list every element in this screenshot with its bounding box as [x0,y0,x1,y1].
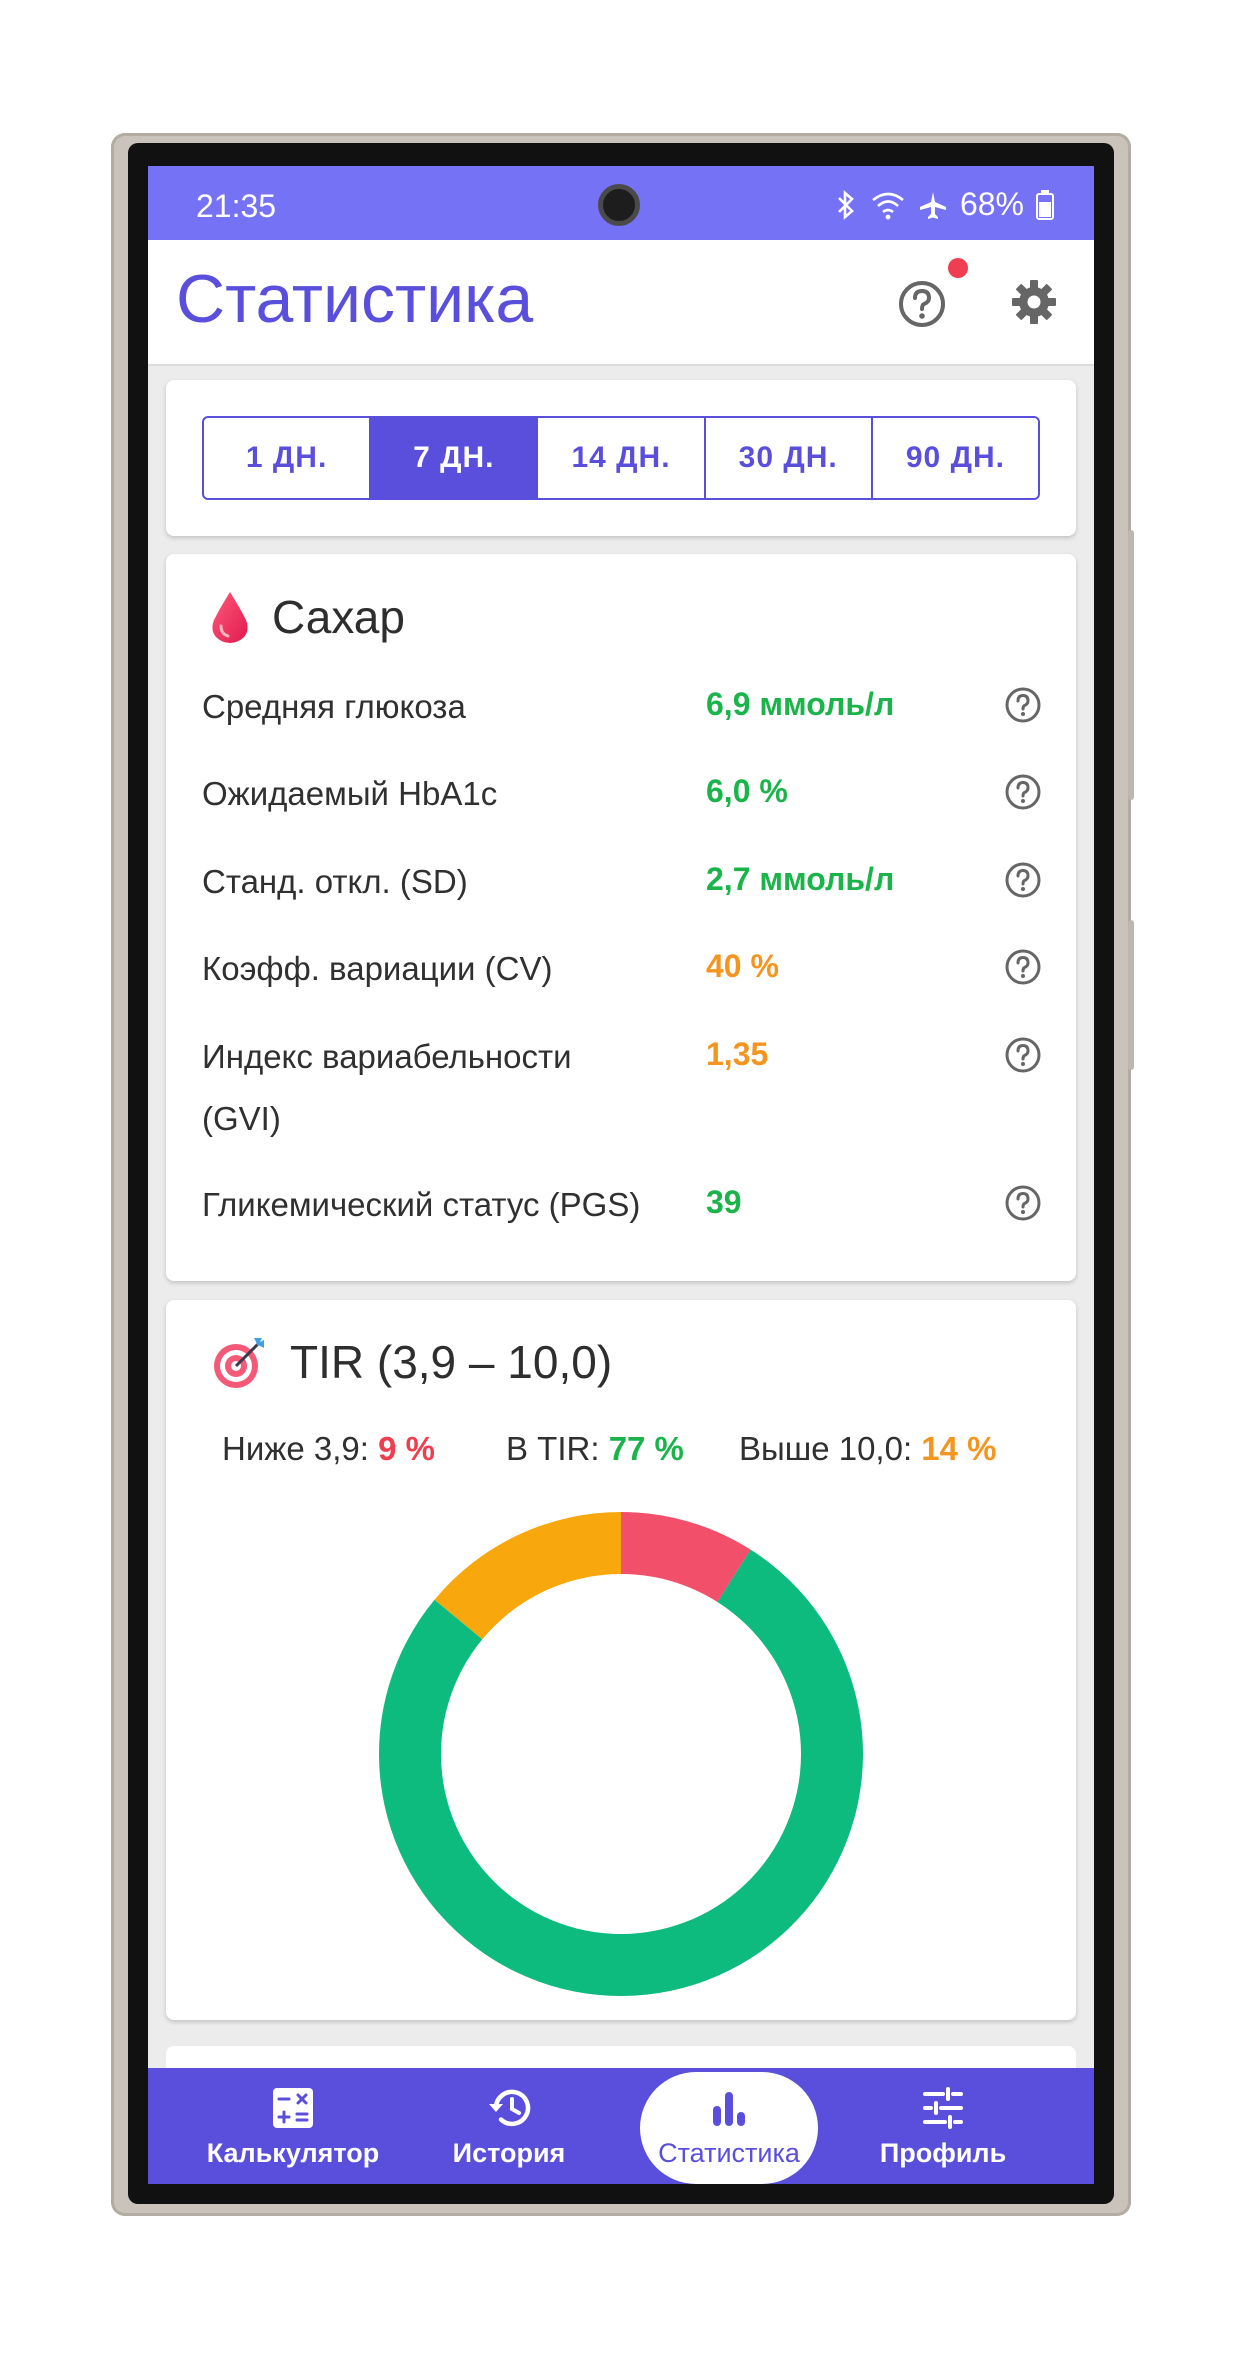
nav-label: Статистика [658,2138,800,2168]
tir-below: Ниже 3,9: 9 % [222,1430,435,1468]
stat-row-gvi: Индекс вариабельности (GVI) 1,35 [202,1026,1042,1166]
power-button [1128,920,1134,1070]
tir-above-value: 14 % [921,1430,997,1467]
sugar-card: Сахар Средняя глюкоза 6,9 ммоль/л Ожидае… [166,554,1076,1281]
front-camera [598,184,640,226]
tir-card: TIR (3,9 – 10,0) Ниже 3,9: 9 % В TIR: 77… [166,1300,1076,2020]
stat-value: 39 [706,1184,742,1220]
period-option-30[interactable]: 30 ДН. [706,418,873,498]
donut-slice-in-range [378,1549,863,1996]
help-circle-icon[interactable] [1004,686,1042,724]
tir-card-header: TIR (3,9 – 10,0) [210,1334,612,1390]
period-option-1[interactable]: 1 ДН. [204,418,372,498]
stat-value: 6,9 ммоль/л [706,686,895,722]
stat-value: 6,0 % [706,773,788,809]
stat-value: 2,7 ммоль/л [706,861,895,897]
period-option-7[interactable]: 7 ДН. [371,418,539,498]
nav-item-profile[interactable]: Профиль [838,2068,1048,2184]
tir-in-range: В TIR: 77 % [506,1430,684,1468]
tir-donut-chart [378,1512,863,1996]
period-selector: 1 ДН. 7 ДН. 14 ДН. 30 ДН. 90 ДН. [202,416,1040,500]
target-icon [214,1338,264,1388]
stat-label: Гликемический статус (PGS) [202,1186,641,1223]
period-card: 1 ДН. 7 ДН. 14 ДН. 30 ДН. 90 ДН. [166,380,1076,536]
stat-label: Средняя глюкоза [202,688,466,725]
status-icons: 68% [834,186,1054,223]
wifi-icon [872,192,904,219]
help-circle-icon[interactable] [1004,773,1042,811]
stat-value: 1,35 [706,1036,769,1072]
nav-label: Калькулятор [206,2138,380,2168]
calculator-icon [273,2088,313,2128]
stat-value: 40 % [706,948,779,984]
sliders-icon [923,2087,963,2129]
tir-above-label: Выше 10,0: [739,1430,913,1467]
period-option-90[interactable]: 90 ДН. [873,418,1038,498]
stat-label: Коэфф. вариации (CV) [202,950,553,987]
help-circle-icon[interactable] [896,278,948,330]
app-bar: Статистика [148,240,1094,366]
nav-item-statistics[interactable]: Статистика [624,2068,834,2184]
blood-drop-icon [212,592,248,643]
tir-above: Выше 10,0: 14 % [739,1430,997,1468]
bar-chart-icon [713,2092,745,2126]
tir-in-range-label: В TIR: [506,1430,600,1467]
help-circle-icon[interactable] [1004,948,1042,986]
stat-row-pgs: Гликемический статус (PGS) 39 [202,1174,1042,1262]
stat-row-sd: Станд. откл. (SD) 2,7 ммоль/л [202,851,1042,939]
stat-row-hba1c: Ожидаемый HbA1c 6,0 % [202,763,1042,851]
stat-label: Индекс вариабельности (GVI) [202,1038,572,1137]
nav-item-calculator[interactable]: Калькулятор [188,2068,398,2184]
screen: 21:35 68% Статистика 1 ДН. 7 ДН. 14 ДН. … [148,166,1094,2184]
tir-below-label: Ниже 3,9: [222,1430,369,1467]
help-circle-icon[interactable] [1004,1184,1042,1222]
gear-icon[interactable] [1006,274,1062,330]
bottom-navigation: Калькулятор История Статистика Профиль [148,2068,1094,2184]
sugar-card-header: Сахар [210,590,405,644]
notification-dot [948,258,968,278]
sugar-title: Сахар [272,591,405,643]
bluetooth-icon [838,189,854,220]
stat-row-cv: Коэфф. вариации (CV) 40 % [202,938,1042,1026]
airplane-icon [919,191,946,219]
stat-row-mean-glucose: Средняя глюкоза 6,9 ммоль/л [202,676,1042,764]
status-bar: 21:35 68% [148,166,1094,240]
tir-in-range-value: 77 % [608,1430,684,1467]
donut-slice-above [434,1512,621,1640]
nav-item-history[interactable]: История [404,2068,614,2184]
stat-label: Ожидаемый HbA1c [202,775,498,812]
nav-label: История [452,2138,566,2168]
volume-button [1128,530,1134,800]
history-icon [489,2089,531,2127]
tir-below-value: 9 % [378,1430,435,1467]
status-time: 21:35 [196,188,277,224]
page-title: Статистика [176,261,534,337]
nav-label: Профиль [879,2138,1007,2168]
help-circle-icon[interactable] [1004,1036,1042,1074]
battery-icon [1036,189,1054,220]
tir-title: TIR (3,9 – 10,0) [290,1336,613,1388]
stat-label: Станд. откл. (SD) [202,863,468,900]
period-option-14[interactable]: 14 ДН. [538,418,706,498]
help-circle-icon[interactable] [1004,861,1042,899]
battery-level: 68% [959,186,1024,222]
